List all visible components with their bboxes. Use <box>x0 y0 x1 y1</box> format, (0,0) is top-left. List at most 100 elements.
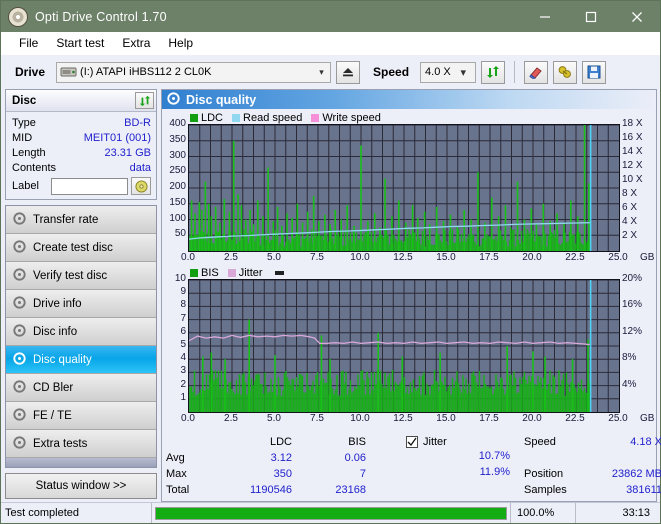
sidebar-item-transfer-rate[interactable]: Transfer rate <box>6 206 156 234</box>
sidebar-item-disc-info[interactable]: Disc info <box>6 318 156 346</box>
y-tick-label: 20% <box>622 273 643 284</box>
app-window: Opti Drive Control 1.70 File Start test … <box>0 0 661 524</box>
y-tick-label: 250 <box>169 165 186 177</box>
speed-label: Speed <box>524 436 556 448</box>
y-tick-label: 12% <box>622 325 643 337</box>
disc-row-value: 23.31 GB <box>104 146 151 159</box>
legend-swatch <box>311 113 320 122</box>
y-tick-label: 200 <box>169 181 186 192</box>
legend-label: LDC <box>201 111 224 124</box>
drive-label: Drive <box>15 65 46 79</box>
disc-row-length: Length 23.31 GB <box>12 145 151 160</box>
drive-icon <box>60 65 77 79</box>
disc-row-mid: MID MEIT01 (001) <box>12 130 151 145</box>
chart-bis-x-axis: 0.0 2.5 5.0 7.5 10.0 12.5 15.0 17.5 20.0 22.5 25.0… <box>181 413 654 427</box>
progress-percent: 100.0% <box>510 503 575 523</box>
disc-label-input[interactable] <box>51 177 128 195</box>
save-button[interactable] <box>582 60 607 84</box>
disc-icon <box>13 351 26 368</box>
disc-label-row: Label <box>12 177 151 195</box>
disc-row-type: Type BD-R <box>12 115 151 130</box>
charts-area: LDC Read speed Write speed 400 350 300 250 2… <box>162 109 656 431</box>
disc-panel: Disc Type BD-R MID MEIT01 (001) Length 2… <box>5 89 157 200</box>
x-tick-label: 20.0 <box>522 413 542 424</box>
drive-toolbar: Drive (I:) ATAPI iHBS112 2 CL0K ▾ Speed … <box>1 55 660 89</box>
sidebar-item-label: Disc quality <box>33 353 92 366</box>
window-controls <box>522 1 660 32</box>
main-title: Disc quality <box>186 92 257 107</box>
status-bar: Test completed 100.0% 33:13 <box>1 502 660 523</box>
table-row: Avg 3.12 0.06 <box>166 450 406 466</box>
drive-select[interactable]: (I:) ATAPI iHBS112 2 CL0K ▾ <box>56 61 332 83</box>
sidebar-item-extra-tests[interactable]: Extra tests <box>6 430 156 458</box>
status-window-button[interactable]: Status window >> <box>5 473 157 499</box>
elapsed-time: 33:13 <box>575 503 660 523</box>
menu-item-help[interactable]: Help <box>159 34 202 53</box>
y-tick-label: 50 <box>174 228 186 240</box>
sidebar-item-label: Extra tests <box>33 437 88 450</box>
disc-icon <box>13 239 26 256</box>
stats-cell-bis: 23168 <box>335 484 366 496</box>
body-area: Disc Type BD-R MID MEIT01 (001) Length 2… <box>1 89 661 502</box>
sidebar-item-create-test-disc[interactable]: Create test disc <box>6 234 156 262</box>
sidebar-item-cd-bler[interactable]: CD Bler <box>6 374 156 402</box>
speed-select[interactable]: 4.0 X ▾ <box>420 61 477 83</box>
plug-button[interactable] <box>553 60 578 84</box>
disc-label-button[interactable] <box>131 177 151 195</box>
maximize-button[interactable] <box>568 1 614 32</box>
stats-row-label: Max <box>166 468 187 480</box>
legend-bottom: BIS Jitter <box>164 266 654 279</box>
y-tick-label: 4 X <box>622 216 638 227</box>
disc-icon <box>13 407 26 424</box>
legend-swatch <box>232 113 241 122</box>
y-tick-label: 16 X <box>622 132 643 143</box>
chevron-down-icon[interactable]: ▾ <box>451 63 472 82</box>
y-tick-label: 7 <box>180 312 186 324</box>
x-tick-label: 7.5 <box>310 252 324 263</box>
sidebar-item-verify-test-disc[interactable]: Verify test disc <box>6 262 156 290</box>
close-button[interactable] <box>614 1 660 32</box>
status-text: Test completed <box>5 507 79 519</box>
refresh-button[interactable] <box>481 60 506 84</box>
jitter-checkbox[interactable] <box>406 436 418 448</box>
legend-item-write-speed: Write speed <box>311 112 381 124</box>
legend-label: Jitter <box>238 266 263 279</box>
disc-panel-title: Disc <box>12 94 37 107</box>
y-tick-label: 100 <box>169 212 186 224</box>
y-tick-label: 1 <box>180 391 186 403</box>
chevron-down-icon[interactable]: ▾ <box>313 63 330 82</box>
test-nav-list: Transfer rate Create test disc Verify te… <box>5 205 157 468</box>
stats-row-label: Avg <box>166 452 185 464</box>
disc-icon <box>13 435 26 452</box>
disc-refresh-button[interactable] <box>135 92 154 109</box>
erase-button[interactable] <box>524 60 549 84</box>
stats-cell-ldc: 1190546 <box>249 484 292 496</box>
disc-row-key: Length <box>12 146 46 159</box>
menu-item-extra[interactable]: Extra <box>113 34 159 53</box>
stats-cell-ldc: 3.12 <box>270 452 292 464</box>
minimize-button[interactable] <box>522 1 568 32</box>
menu-item-start-test[interactable]: Start test <box>47 34 113 53</box>
x-tick-label: 17.5 <box>479 413 499 424</box>
stats-area: LDC BIS Avg 3.12 0.06 Max 350 7 Total 11… <box>162 431 661 501</box>
sidebar: Disc Type BD-R MID MEIT01 (001) Length 2… <box>5 89 157 502</box>
eject-button[interactable] <box>336 60 361 84</box>
sidebar-spacer <box>6 458 156 467</box>
sidebar-item-fe-te[interactable]: FE / TE <box>6 402 156 430</box>
jitter-avg-value: 10.7% <box>478 450 510 462</box>
main-header: Disc quality <box>162 90 656 109</box>
sidebar-item-disc-quality[interactable]: Disc quality <box>6 346 156 374</box>
menu-item-file[interactable]: File <box>10 34 47 53</box>
disc-info-list: Type BD-R MID MEIT01 (001) Length 23.31 … <box>6 112 156 199</box>
y-tick-label: 6 <box>180 325 186 337</box>
x-axis-unit: GB <box>640 413 655 424</box>
sidebar-item-label: Create test disc <box>33 241 113 254</box>
speed-label: Speed <box>373 65 410 79</box>
y-tick-label: 8 <box>180 299 186 311</box>
x-tick-label: 15.0 <box>436 413 456 424</box>
x-tick-label: 7.5 <box>310 413 324 424</box>
sidebar-item-drive-info[interactable]: Drive info <box>6 290 156 318</box>
x-tick-label: 22.5 <box>565 413 585 424</box>
x-axis-unit: GB <box>640 252 655 263</box>
y-tick-label: 8 X <box>622 188 638 199</box>
